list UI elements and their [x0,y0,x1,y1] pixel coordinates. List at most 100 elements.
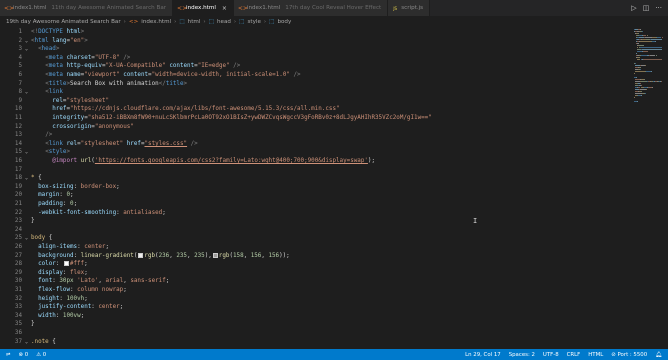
code-line[interactable]: 5 <meta http-equiv="X-UA-Compatible" con… [0,62,632,71]
fold-chevron-icon[interactable]: ⌄ [25,45,28,54]
code-line[interactable]: 4 <meta charset="UTF-8" /> [0,54,632,63]
remote-icon[interactable]: ⇌ [6,352,11,358]
code-line[interactable]: 3 <head> ⌄ [0,45,632,54]
line-number: 5 [18,63,22,70]
breadcrumb-item-style[interactable]: style [247,19,260,25]
code-line[interactable]: 27 background: linear-gradient(rgb(236, … [0,252,632,261]
code-text: display: flex; [38,269,88,276]
code-line[interactable]: 14 <link rel="stylesheet" href="styles.c… [0,140,632,149]
code-line[interactable]: 30 font: 30px 'Lato', arial, sans-serif; [0,277,632,286]
minimap-line [635,63,636,64]
line-number: 9 [18,97,22,104]
code-line[interactable]: 13 /> [0,131,632,140]
code-text: href="https://cdnjs.cloudflare.com/ajax/… [52,106,340,113]
code-text: } [31,218,35,225]
line-number: 16 [14,158,22,164]
breadcrumb-item-body[interactable]: body [277,19,291,25]
code-line[interactable]: 35} [0,320,632,329]
code-text: <link rel="stylesheet" href="styles.css"… [45,140,198,147]
code-line[interactable]: 33 justify-content: center; [0,303,632,312]
fold-chevron-icon[interactable]: ⌄ [25,234,28,243]
code-line[interactable]: 26 align-items: center; [0,243,632,252]
code-line[interactable]: 29 display: flex; [0,269,632,278]
code-line[interactable]: 24 [0,226,632,235]
run-icon[interactable]: ▷ [631,4,636,12]
split-editor-icon[interactable]: ◫ [643,4,650,12]
minimap[interactable] [632,27,668,349]
cursor-position[interactable]: Ln 29, Col 17 [465,352,501,358]
code-text: height: 100vh; [38,295,88,302]
code-line[interactable]: 11 integrity="sha512-iBBXm8fW90+nuLcSKlb… [0,114,632,123]
tab-script-js[interactable]: JS script.js [388,0,431,16]
code-text: background: linear-gradient(rgb(236, 235… [38,252,290,259]
fold-chevron-icon[interactable]: ⌄ [25,88,28,97]
code-line[interactable]: 2 <html lang="en"> ⌄ [0,37,632,46]
tag-icon: ⬚ [239,18,245,25]
line-number: 13 [14,132,22,139]
color-swatch[interactable] [212,252,218,258]
minimap-line [641,31,643,32]
minimap-line [635,71,645,72]
code-line[interactable]: 12 crossorigin="anonymous" [0,123,632,132]
code-line[interactable]: 19 box-sizing: border-box; [0,183,632,192]
end-of-line[interactable]: CRLF [567,352,581,358]
code-line[interactable]: 21 padding: 0; [0,200,632,209]
fold-chevron-icon[interactable]: ⌄ [25,338,28,347]
code-text: <meta http-equiv="X-UA-Compatible" conte… [45,63,241,70]
fold-chevron-icon[interactable]: ⌄ [25,37,28,46]
tab-label: index1.html [246,5,281,11]
breadcrumb-file[interactable]: index.html [141,19,171,25]
code-line[interactable]: 20 margin: 0; [0,191,632,200]
minimap-line [639,45,645,46]
breadcrumb-item-head[interactable]: head [217,19,231,25]
code-line[interactable]: 37 .note {⌄ [0,338,632,347]
chevron-right-icon: › [203,18,206,25]
code-line[interactable]: 23} [0,217,632,226]
code-line[interactable]: 22 -webkit-font-smoothing: antialiased; [0,209,632,218]
color-swatch[interactable] [63,261,69,267]
language-mode[interactable]: HTML [588,352,603,358]
errors-indicator[interactable]: ⊗ 0 [19,352,29,358]
encoding[interactable]: UTF-8 [543,352,559,358]
code-line[interactable]: 36 [0,329,632,338]
code-line[interactable]: 10 href="https://cdnjs.cloudflare.com/aj… [0,105,632,114]
minimap-line [639,67,641,68]
code-line[interactable]: 15 <style> ⌄ [0,148,632,157]
code-line[interactable]: 18 * {⌄ [0,174,632,183]
code-line[interactable]: 16 @import url('https://fonts.googleapis… [0,157,632,166]
breadcrumb-folder[interactable]: 19th day Awesome Animated Search Bar [6,19,121,25]
code-line[interactable]: 1 <!DOCTYPE html> [0,28,632,37]
code-line[interactable]: 7 <title>Search Box with animation</titl… [0,80,632,89]
code-line[interactable]: 31 flex-flow: column nowrap; [0,286,632,295]
line-number: 2 [18,37,22,44]
code-line[interactable]: 17 [0,166,632,175]
code-line[interactable]: 28 color: #fff; [0,260,632,269]
code-text: margin: 0; [38,192,74,199]
more-icon[interactable]: ··· [655,4,662,12]
code-line[interactable]: 8 <link ⌄ [0,88,632,97]
code-line[interactable]: 32 height: 100vh; [0,295,632,304]
close-icon[interactable]: × [222,5,227,12]
tab-index1-html[interactable]: <> index1.html 11th day Awesome Animated S… [0,0,174,16]
line-number: 15 [14,149,22,156]
breadcrumb-item-html[interactable]: html [188,19,201,25]
fold-chevron-icon[interactable]: ⌄ [25,174,28,183]
tab-index1-html[interactable]: <> index1.html 17th day Cool Reveal Hover … [233,0,389,16]
tab-index-html[interactable]: <> index.html × [173,0,234,16]
code-line[interactable]: 9 rel="stylesheet" [0,97,632,106]
code-line[interactable]: 25 body {⌄ [0,234,632,243]
warnings-indicator[interactable]: ⚠ 0 [36,352,46,358]
bell-icon[interactable]: 🔔︎ [655,352,662,358]
minimap-line [645,93,647,94]
minimap-line [634,73,635,74]
live-server-port[interactable]: ⊘ Port : 5500 [611,352,647,358]
minimap-line [654,41,656,42]
indentation[interactable]: Spaces: 2 [509,352,535,358]
code-line[interactable]: 6 <meta name="viewport" content="width=d… [0,71,632,80]
fold-chevron-icon[interactable]: ⌄ [25,148,28,157]
color-swatch[interactable] [138,252,144,258]
code-line[interactable]: 34 width: 100vw; [0,312,632,321]
status-bar: ⇌ ⊗ 0 ⚠ 0 Ln 29, Col 17 Spaces: 2 UTF-8 … [0,349,668,360]
minimap-line [656,55,658,56]
code-editor[interactable]: 1 <!DOCTYPE html> 2 <html lang="en"> ⌄ 3 <hea… [0,27,632,349]
